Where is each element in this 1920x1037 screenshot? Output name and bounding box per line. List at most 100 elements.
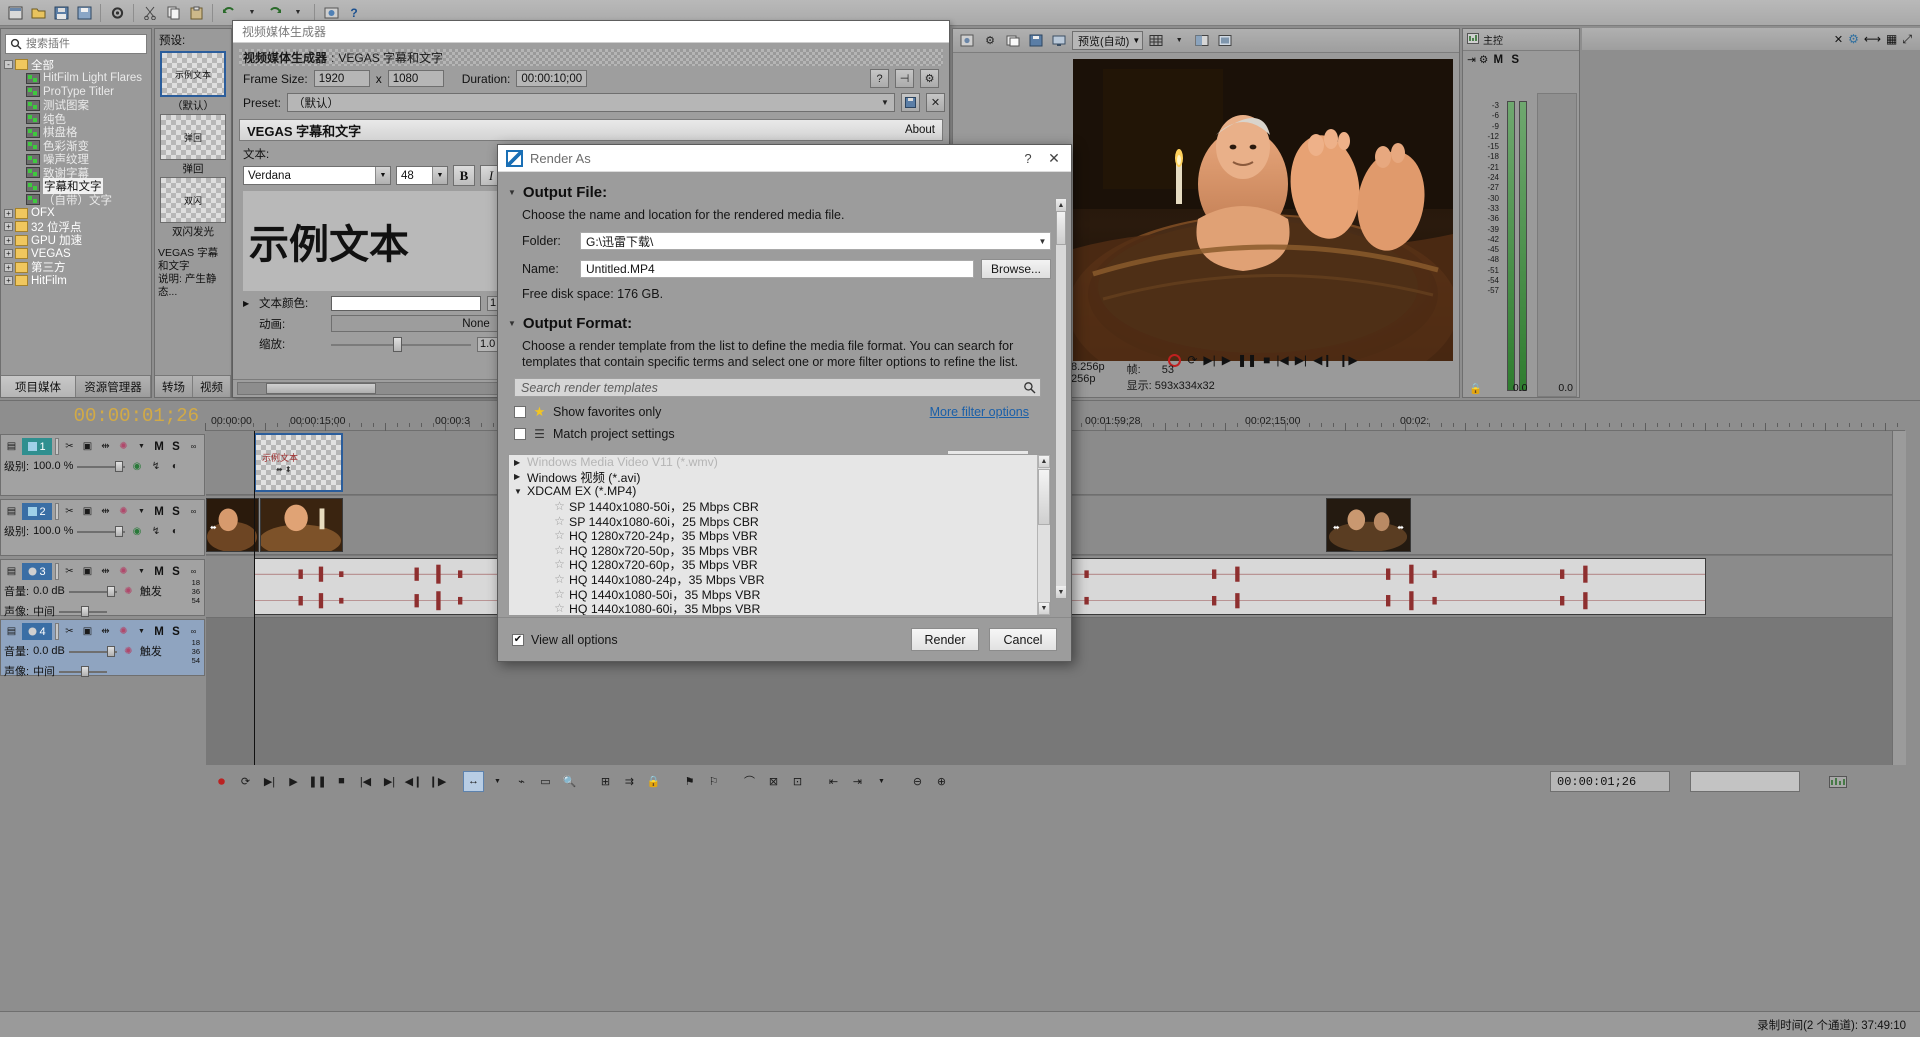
more-filter-options-link[interactable]: More filter options <box>930 405 1029 419</box>
minimize-track-icon[interactable]: ▤ <box>4 564 19 579</box>
gear-icon[interactable]: ⚙ <box>1479 54 1488 66</box>
tab-explorer[interactable]: 资源管理器 <box>76 376 151 397</box>
lock-envelopes-icon[interactable]: 🔒 <box>643 771 664 792</box>
track-touch-mode[interactable]: 触发 <box>140 643 162 659</box>
match-project-checkbox[interactable] <box>514 428 526 440</box>
track-name-input[interactable] <box>55 438 59 455</box>
preview-settings-icon[interactable]: ⚙ <box>980 31 1000 51</box>
properties-icon[interactable] <box>106 2 128 24</box>
favorite-star-icon[interactable]: ☆ <box>553 601 566 615</box>
scale-slider[interactable] <box>331 336 471 352</box>
grid-icon[interactable]: ▦ <box>1886 32 1897 46</box>
track-volume-value[interactable]: 0.0 dB <box>33 645 65 657</box>
expand-node-icon[interactable]: + <box>4 249 13 259</box>
minimize-track-icon[interactable]: ▤ <box>4 439 19 454</box>
dialog-scrollbar[interactable]: ▲ ▼ <box>1055 198 1067 599</box>
cut-icon[interactable] <box>139 2 161 24</box>
new-project-icon[interactable] <box>4 2 26 24</box>
collapse-triangle-icon[interactable]: ▼ <box>508 319 516 328</box>
cancel-button[interactable]: Cancel <box>989 628 1057 651</box>
about-link[interactable]: About <box>905 124 935 136</box>
go-to-start-icon[interactable]: |◀ <box>355 771 376 792</box>
track-fx-chain-icon[interactable]: ✺ <box>116 504 131 519</box>
track-fx-icon[interactable]: ✂ <box>62 439 77 454</box>
track-solo-button[interactable]: S <box>169 566 183 578</box>
tab-transitions[interactable]: 转场 <box>155 376 193 397</box>
browse-button[interactable]: Browse... <box>981 259 1051 279</box>
output-format-heading[interactable]: ▼ Output Format: <box>508 315 1051 332</box>
render-template-list[interactable]: ▶ Windows Media Video V11 (*.wmv) ▶ Windows… <box>508 454 1051 616</box>
track-fx-icon[interactable]: ✺ <box>121 644 136 659</box>
favorite-star-icon[interactable]: ☆ <box>553 499 566 513</box>
favorite-star-icon[interactable]: ☆ <box>553 543 566 557</box>
save-project-icon[interactable] <box>50 2 72 24</box>
plugin-search-input[interactable] <box>24 37 144 51</box>
track-level-slider[interactable] <box>77 460 126 472</box>
track-volume-value[interactable]: 0.0 dB <box>33 585 65 597</box>
render-button[interactable]: Render <box>911 628 979 651</box>
gear-icon[interactable]: ⚙ <box>920 69 939 88</box>
expand-triangle-icon[interactable]: ▶ <box>514 458 527 467</box>
track-fade-icon[interactable]: ◉ <box>129 524 144 539</box>
frame-width-input[interactable]: 1920 <box>313 70 370 87</box>
track-fx-chain-icon[interactable]: ✺ <box>116 439 131 454</box>
track-header[interactable]: ▤ 4 ✂ ▣ ⇹ ✺ ▼ M S ∞ 音量: 0.0 dB ✺ 触发 18 36 54 声像: 中间 <box>0 619 205 679</box>
split-screen-icon[interactable] <box>1192 31 1212 51</box>
track-automation-icon[interactable]: ∞ <box>186 624 201 639</box>
track-automation-icon[interactable]: ∞ <box>186 504 201 519</box>
track-touch-mode[interactable]: 触发 <box>140 583 162 599</box>
project-video-properties-icon[interactable] <box>957 31 977 51</box>
scroll-thumb[interactable] <box>1056 211 1066 245</box>
gear-icon[interactable]: ⚙ <box>1848 32 1859 46</box>
track-fx-chain-icon[interactable]: ✺ <box>116 564 131 579</box>
fit-icon[interactable]: ⟷ <box>1864 32 1881 46</box>
align-center-icon[interactable]: ⇥ <box>847 771 868 792</box>
expand-node-icon[interactable]: + <box>4 262 13 272</box>
pause-icon[interactable]: ❚❚ <box>307 771 328 792</box>
track-fx-icon[interactable]: ✺ <box>121 584 136 599</box>
close-icon[interactable]: ✕ <box>1834 33 1843 46</box>
template-category-row[interactable]: ▶ Windows 视频 (*.avi) <box>509 470 1037 485</box>
preview-on-external-icon[interactable] <box>1215 31 1235 51</box>
track-pan-value[interactable]: 中间 <box>33 663 55 679</box>
scroll-down-icon[interactable]: ▼ <box>1038 602 1050 615</box>
transport-timecode[interactable]: 00:00:01;26 <box>1550 771 1670 792</box>
view-all-options-checkbox[interactable]: ✔ <box>512 633 524 646</box>
track-motion-icon[interactable]: ⇹ <box>98 504 113 519</box>
track-compositing-icon[interactable]: ▣ <box>80 439 95 454</box>
favorite-star-icon[interactable]: ☆ <box>553 587 566 601</box>
play-from-start-icon[interactable]: ▶| <box>259 771 280 792</box>
bold-button[interactable]: B <box>453 165 475 186</box>
font-family-select[interactable]: Verdana ▼ <box>243 166 391 185</box>
tab-project-media[interactable]: 项目媒体 <box>1 376 76 397</box>
plugin-tree-item[interactable]: HitFilm Light Flares <box>4 72 148 86</box>
help-icon[interactable]: ? <box>870 69 889 88</box>
timeline-clip-video-c[interactable]: ⬌ ⬌ <box>1326 498 1411 552</box>
track-solo-button[interactable]: S <box>169 626 183 638</box>
collapse-triangle-icon[interactable]: ▼ <box>508 188 516 197</box>
align-dropdown-icon[interactable]: ▼ <box>871 771 892 792</box>
zoom-out-icon[interactable]: ⊖ <box>907 771 928 792</box>
scroll-up-icon[interactable]: ▲ <box>1038 455 1050 468</box>
expand-triangle-icon[interactable]: ▶ <box>514 472 527 481</box>
plugin-tree-item[interactable]: + HitFilm <box>4 274 148 288</box>
normal-edit-tool-icon[interactable]: ↔ <box>463 770 484 792</box>
name-input[interactable]: Untitled.MP4 <box>580 260 974 278</box>
expand-triangle-icon[interactable]: ▶ <box>243 299 253 308</box>
align-left-icon[interactable]: ⇤ <box>823 771 844 792</box>
previous-frame-icon[interactable]: ◀❙ <box>403 771 424 792</box>
meter-lock-icon[interactable]: 🔒 <box>1469 382 1482 395</box>
track-number[interactable]: 4 <box>22 623 52 640</box>
solo-track-icon[interactable]: ⊡ <box>787 771 808 792</box>
favorite-star-icon[interactable]: ☆ <box>553 557 566 571</box>
track-fx-icon[interactable]: ✂ <box>62 564 77 579</box>
track-number[interactable]: 2 <box>22 503 52 520</box>
folder-combo[interactable]: G:\迅雷下载\ ▼ <box>580 232 1051 250</box>
frame-height-input[interactable]: 1080 <box>387 70 444 87</box>
track-volume-slider[interactable] <box>68 645 117 657</box>
copy-icon[interactable] <box>162 2 184 24</box>
track-motion-icon[interactable]: ⇹ <box>98 564 113 579</box>
loop-playback-icon[interactable]: ⟳ <box>235 771 256 792</box>
track-number[interactable]: 1 <box>22 438 52 455</box>
collapse-triangle-icon[interactable]: ▼ <box>514 487 527 496</box>
